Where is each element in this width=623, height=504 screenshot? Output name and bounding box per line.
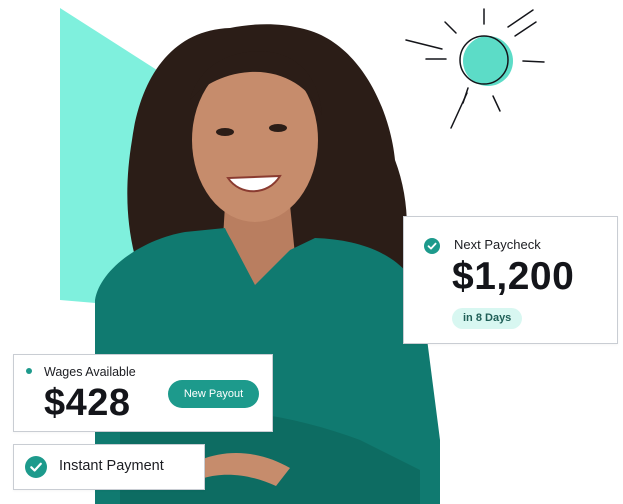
- next-paycheck-card: Next Paycheck $1,200 in 8 Days: [403, 216, 618, 344]
- wages-available-card: Wages Available $428 New Payout: [13, 354, 273, 432]
- woman-photo: [95, 24, 440, 504]
- hero-scene: Next Paycheck $1,200 in 8 Days Wages Ava…: [0, 0, 623, 504]
- left-eye-shape: [216, 128, 234, 136]
- instant-payment-card: Instant Payment: [13, 444, 205, 490]
- check-circle-icon: [25, 456, 47, 478]
- next-paycheck-title: Next Paycheck: [454, 237, 541, 252]
- right-eye-shape: [269, 124, 287, 132]
- wages-available-title: Wages Available: [44, 365, 136, 379]
- new-payout-button[interactable]: New Payout: [168, 380, 259, 408]
- wages-available-amount: $428: [44, 382, 131, 424]
- sun-icon: [405, 8, 545, 129]
- next-paycheck-amount: $1,200: [452, 255, 575, 298]
- instant-payment-label: Instant Payment: [59, 458, 164, 474]
- dot-icon: [26, 368, 32, 374]
- paycheck-days-badge: in 8 Days: [452, 308, 523, 329]
- check-circle-icon: [424, 238, 440, 254]
